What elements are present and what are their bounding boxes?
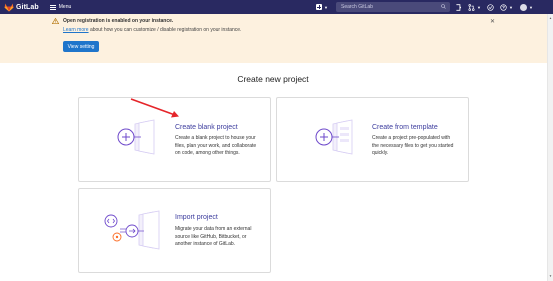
card-title: Create from template [372,124,438,131]
card-description: Create a project pre-populated with the … [372,135,453,158]
chevron-down-icon: ▼ [324,4,328,10]
scroll-up-icon[interactable]: ▲ [549,16,552,20]
chevron-down-icon: ▼ [509,4,513,10]
issues-icon[interactable] [455,3,462,11]
search-icon [441,4,446,9]
warning-icon [52,18,59,24]
card-description: Migrate your data from an external sourc… [175,226,251,249]
card-description-line: the necessary files to get you started [372,142,454,149]
todos-icon[interactable] [487,3,494,11]
template-illustration-icon [315,119,353,155]
close-icon[interactable]: ✕ [490,18,495,25]
card-description-line: quickly. [372,150,389,157]
learn-more-link[interactable]: Learn more [63,27,89,33]
help-dropdown[interactable]: ▼ [500,3,513,11]
registration-banner: Open registration is enabled on your ins… [0,14,553,63]
banner-text-rest: about how you can customize / disable re… [88,27,242,33]
card-description-line: Migrate your data from an external [175,226,252,232]
chevron-down-icon: ▼ [529,4,533,10]
card-description: Create a blank project to house your fil… [175,135,256,158]
page-title: Create new project [237,74,309,84]
card-description-line: another instance of GitLab. [175,241,236,248]
plus-icon [316,4,322,10]
chevron-down-icon: ▼ [477,4,481,10]
search-placeholder: Search GitLab [341,4,373,10]
banner-text: Learn more about how you can customize /… [63,27,241,33]
help-icon [500,3,507,11]
scroll-down-icon[interactable]: ▼ [549,274,552,278]
red-arrow-annotation-icon [130,98,179,118]
user-menu[interactable]: ▼ [520,3,533,11]
card-description-line: source like GitHub, Bitbucket, or [175,233,247,240]
todo-check-icon [487,3,494,11]
navbar-right: ▼ Search GitLab ▼ ▼ ▼ [0,0,553,14]
view-setting-button[interactable]: View setting [63,41,99,52]
card-description-line: Create a blank project to house your [175,135,256,141]
page: GitLab Menu ▼ Search GitLab ▼ ▼ ▼ Open r… [0,0,553,281]
card-description-line: on code, among other things. [175,150,240,157]
scrollbar[interactable]: ▲ ▼ [547,14,553,281]
import-illustration-icon [104,210,160,250]
card-title: Import project [175,214,218,221]
search-input[interactable]: Search GitLab [336,2,450,12]
merge-request-icon [468,3,475,11]
import-project-card[interactable]: Import project Migrate your data from an… [78,188,271,273]
top-navbar: GitLab Menu ▼ Search GitLab ▼ ▼ ▼ [0,0,553,14]
issues-glyph-icon [456,3,462,11]
create-from-template-card[interactable]: Create from template Create a project pr… [276,97,469,182]
card-description-line: files, plan your work, and collaborate [175,142,257,149]
blank-project-illustration-icon [117,119,155,155]
avatar [520,3,527,11]
banner-title: Open registration is enabled on your ins… [63,18,174,24]
new-item-dropdown[interactable]: ▼ [316,3,330,11]
merge-requests-dropdown[interactable]: ▼ [468,3,481,11]
card-title: Create blank project [175,124,238,131]
card-description-line: Create a project pre-populated with [372,135,451,141]
